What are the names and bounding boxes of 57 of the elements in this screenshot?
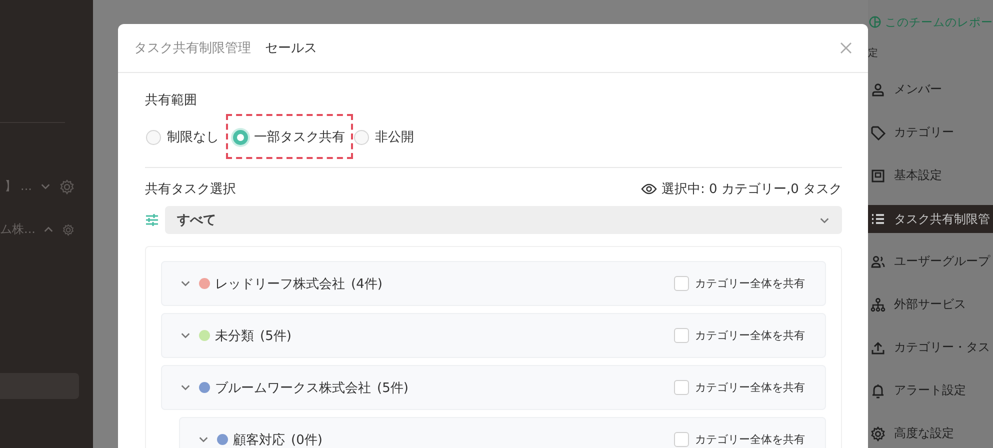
category-name: レッドリーフ株式会社	[215, 276, 345, 292]
dialog-title: タスク共有制限管理	[134, 40, 251, 57]
upload-icon	[870, 340, 886, 356]
checkbox[interactable]	[674, 328, 689, 343]
tag-icon	[870, 124, 886, 140]
bell-icon	[870, 382, 886, 398]
category-name: 未分類	[215, 328, 254, 344]
task-count: (4件)	[351, 276, 382, 292]
settings-menu-item[interactable]: 高度な設定	[868, 412, 993, 448]
settings-menu-item[interactable]: カテゴリー	[868, 111, 993, 154]
radio-option[interactable]: 非公開	[353, 114, 421, 159]
task-count: (5件)	[377, 380, 408, 396]
chevron-icon[interactable]	[180, 330, 191, 341]
filter-dropdown[interactable]: すべて	[165, 206, 842, 234]
share-category-checkbox[interactable]: カテゴリー全体を共有	[674, 432, 805, 447]
section-label: 共有範囲	[145, 92, 198, 109]
settings-menu-item[interactable]: メンバー	[868, 68, 993, 111]
sidebar-item[interactable]: ム株...	[0, 221, 36, 238]
filter-icon[interactable]	[145, 213, 159, 227]
list-icon	[870, 211, 886, 227]
settings-icon	[870, 426, 886, 442]
chart-icon	[869, 15, 881, 29]
checkbox[interactable]	[674, 380, 689, 395]
category-name: ブルームワークス株式会社	[215, 380, 371, 396]
box-icon	[870, 168, 886, 184]
chevron-icon[interactable]	[40, 181, 51, 192]
checkbox[interactable]	[674, 432, 689, 447]
share-category-checkbox[interactable]: カテゴリー全体を共有	[674, 380, 805, 395]
settings-menu-item[interactable]: ユーザーグループ	[868, 240, 993, 283]
radio-option[interactable]: 一部タスク共有	[226, 114, 353, 159]
settings-menu-item[interactable]: 基本設定	[868, 154, 993, 197]
eye-icon	[640, 183, 657, 195]
close-icon[interactable]	[840, 42, 852, 54]
settings-icon[interactable]	[59, 178, 75, 194]
section-label: 定	[868, 46, 879, 60]
checkbox[interactable]	[674, 276, 689, 291]
settings-menu-item[interactable]: カテゴリー・タス	[868, 326, 993, 369]
hierarchy-icon	[870, 296, 886, 312]
settings-menu-item[interactable]: アラート設定	[868, 369, 993, 412]
settings-icon[interactable]	[62, 222, 75, 238]
team-name: セールス	[265, 40, 317, 57]
settings-menu-item[interactable]: 外部サービス	[868, 283, 993, 326]
sidebar-item[interactable]: 】 ...	[4, 178, 32, 195]
radio-option[interactable]: 制限なし	[145, 114, 226, 159]
task-count: (5件)	[260, 328, 292, 344]
selection-summary: 選択中: 0 カテゴリー,0 タスク	[662, 181, 842, 198]
task-count: (0件)	[291, 432, 322, 448]
chevron-icon[interactable]	[180, 278, 191, 289]
settings-menu-item[interactable]: タスク共有制限管	[868, 205, 993, 233]
chevron-icon[interactable]	[198, 434, 209, 445]
chevron-icon[interactable]	[180, 382, 191, 393]
person-icon	[870, 82, 886, 98]
share-category-checkbox[interactable]: カテゴリー全体を共有	[674, 276, 805, 291]
users-icon	[870, 254, 886, 270]
section-label: 共有タスク選択	[145, 181, 236, 198]
share-category-checkbox[interactable]: カテゴリー全体を共有	[674, 328, 805, 343]
category-name: 顧客対応	[233, 432, 285, 448]
